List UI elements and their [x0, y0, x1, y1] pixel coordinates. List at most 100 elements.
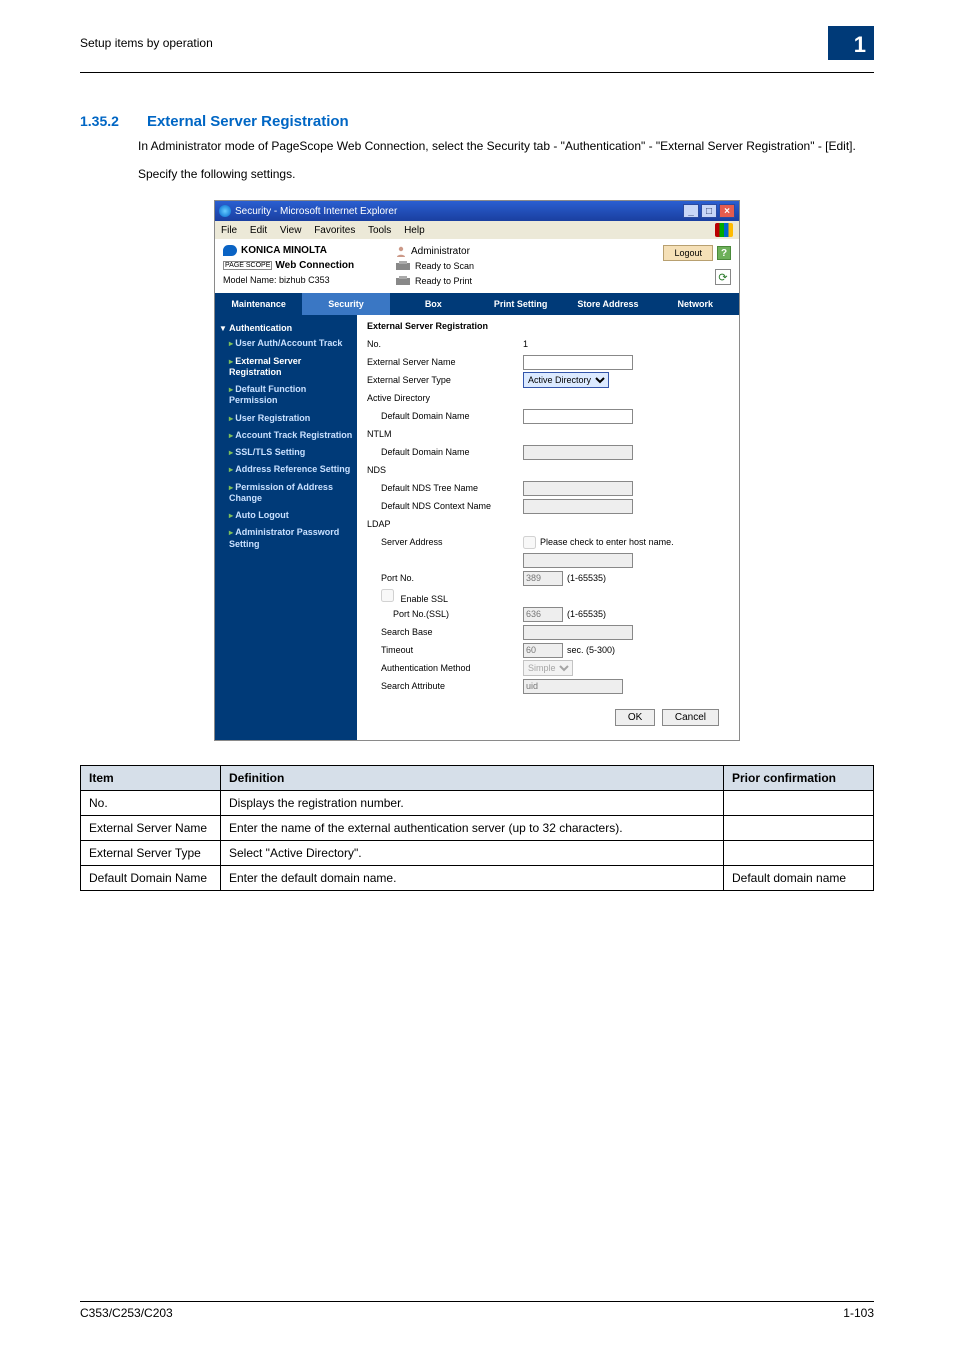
ldap-group: LDAP [367, 519, 517, 529]
printer-icon [395, 275, 411, 287]
section-title: External Server Registration [147, 113, 349, 130]
maximize-button[interactable]: □ [701, 204, 717, 218]
table-row: External Server Name Enter the name of t… [81, 816, 874, 841]
sidebar-item-address-reference-setting[interactable]: Address Reference Setting [219, 461, 353, 478]
menu-edit[interactable]: Edit [250, 225, 267, 236]
ad-default-domain-name-label: Default Domain Name [367, 411, 517, 421]
logout-button[interactable]: Logout [663, 245, 713, 261]
main-tabs: Maintenance Security Box Print Setting S… [215, 293, 739, 315]
sidebar-item-user-registration[interactable]: User Registration [219, 410, 353, 427]
sidebar-item-admin-password-setting[interactable]: Administrator Password Setting [219, 524, 353, 553]
menu-view[interactable]: View [280, 225, 302, 236]
ldap-host-name-hint: Please check to enter host name. [540, 537, 674, 547]
ie-title: Security - Microsoft Internet Explorer [235, 206, 397, 217]
tab-print-setting[interactable]: Print Setting [477, 293, 564, 315]
sidebar-group-authentication[interactable]: Authentication [219, 321, 353, 335]
user-icon [395, 245, 407, 257]
port-no-ssl-input [523, 607, 563, 622]
menu-help[interactable]: Help [404, 225, 425, 236]
ie-titlebar: Security - Microsoft Internet Explorer _… [215, 201, 739, 221]
search-base-label: Search Base [367, 627, 517, 637]
ad-default-domain-name-input[interactable] [523, 409, 633, 424]
form-title: External Server Registration [367, 321, 729, 331]
auth-method-select: Simple [523, 660, 573, 676]
chapter-badge: 1 [828, 26, 874, 60]
embedded-screenshot: Security - Microsoft Internet Explorer _… [214, 200, 740, 741]
search-base-input [523, 625, 633, 640]
th-item: Item [81, 766, 221, 791]
sidebar-item-user-auth[interactable]: User Auth/Account Track [219, 335, 353, 352]
ntlm-default-domain-name-label: Default Domain Name [367, 447, 517, 457]
sidebar-item-auto-logout[interactable]: Auto Logout [219, 507, 353, 524]
port-hint: (1-65535) [567, 573, 606, 583]
brand-label: KONICA MINOLTA [223, 245, 383, 256]
no-value: 1 [523, 339, 528, 349]
section-paragraph-2: Specify the following settings. [138, 166, 874, 182]
timeout-hint: sec. (5-300) [567, 645, 615, 655]
port-ssl-hint: (1-65535) [567, 609, 606, 619]
th-definition: Definition [221, 766, 724, 791]
search-attribute-label: Search Attribute [367, 681, 517, 691]
sidebar-item-default-function-permission[interactable]: Default Function Permission [219, 381, 353, 410]
minimize-button[interactable]: _ [683, 204, 699, 218]
sidebar-item-external-server-registration[interactable]: External Server Registration [219, 353, 353, 382]
footer-page: 1-103 [843, 1306, 874, 1320]
port-no-ssl-label: Port No.(SSL) [367, 609, 517, 619]
tab-box[interactable]: Box [390, 293, 477, 315]
product-label: PAGE SCOPE Web Connection [223, 260, 383, 271]
help-button[interactable]: ? [717, 246, 731, 260]
ntlm-group: NTLM [367, 429, 517, 439]
nds-context-name-input [523, 499, 633, 514]
ldap-server-address-input [523, 553, 633, 568]
ie-menubar: File Edit View Favorites Tools Help [215, 221, 739, 239]
ntlm-default-domain-name-input [523, 445, 633, 460]
nds-tree-name-label: Default NDS Tree Name [367, 483, 517, 493]
scanner-status: Ready to Scan [395, 260, 651, 272]
menu-favorites[interactable]: Favorites [314, 225, 355, 236]
enable-ssl-checkbox [381, 589, 394, 602]
table-row: External Server Type Select "Active Dire… [81, 841, 874, 866]
section-paragraph-1: In Administrator mode of PageScope Web C… [138, 138, 874, 154]
ie-icon [219, 205, 231, 217]
menu-tools[interactable]: Tools [368, 225, 391, 236]
timeout-label: Timeout [367, 645, 517, 655]
sidebar-item-ssl-tls-setting[interactable]: SSL/TLS Setting [219, 444, 353, 461]
footer-model: C353/C253/C203 [80, 1306, 173, 1320]
cancel-button[interactable]: Cancel [662, 709, 719, 726]
th-prior-confirmation: Prior confirmation [724, 766, 874, 791]
external-server-name-input[interactable] [523, 355, 633, 370]
port-no-input [523, 571, 563, 586]
sidebar-item-account-track-registration[interactable]: Account Track Registration [219, 427, 353, 444]
no-label: No. [367, 339, 517, 349]
ldap-host-name-checkbox [523, 536, 536, 549]
nds-context-name-label: Default NDS Context Name [367, 501, 517, 511]
printer-status: Ready to Print [395, 275, 651, 287]
sidebar: Authentication User Auth/Account Track E… [215, 315, 357, 740]
definition-table: Item Definition Prior confirmation No. D… [80, 765, 874, 891]
close-button[interactable]: × [719, 204, 735, 218]
tab-store-address[interactable]: Store Address [564, 293, 651, 315]
brand-icon [223, 245, 237, 256]
external-server-type-label: External Server Type [367, 375, 517, 385]
table-row: Default Domain Name Enter the default do… [81, 866, 874, 891]
tab-security[interactable]: Security [302, 293, 389, 315]
menu-file[interactable]: File [221, 225, 237, 236]
refresh-button[interactable]: ⟳ [715, 269, 731, 285]
scanner-icon [395, 260, 411, 272]
nds-group: NDS [367, 465, 517, 475]
external-server-type-select[interactable]: Active Directory [523, 372, 609, 388]
form-panel: External Server Registration No. 1 Extern… [357, 315, 739, 740]
enable-ssl-label: Enable SSL [367, 589, 517, 604]
ldap-server-address-label: Server Address [367, 537, 517, 547]
sidebar-item-permission-of-address-change[interactable]: Permission of Address Change [219, 479, 353, 508]
breadcrumb: Setup items by operation [80, 36, 213, 50]
ok-button[interactable]: OK [615, 709, 655, 726]
section-number: 1.35.2 [80, 113, 119, 130]
timeout-input [523, 643, 563, 658]
search-attribute-input [523, 679, 623, 694]
tab-maintenance[interactable]: Maintenance [215, 293, 302, 315]
table-row: No. Displays the registration number. [81, 791, 874, 816]
active-directory-group: Active Directory [367, 393, 517, 403]
port-no-label: Port No. [367, 573, 517, 583]
tab-network[interactable]: Network [652, 293, 739, 315]
